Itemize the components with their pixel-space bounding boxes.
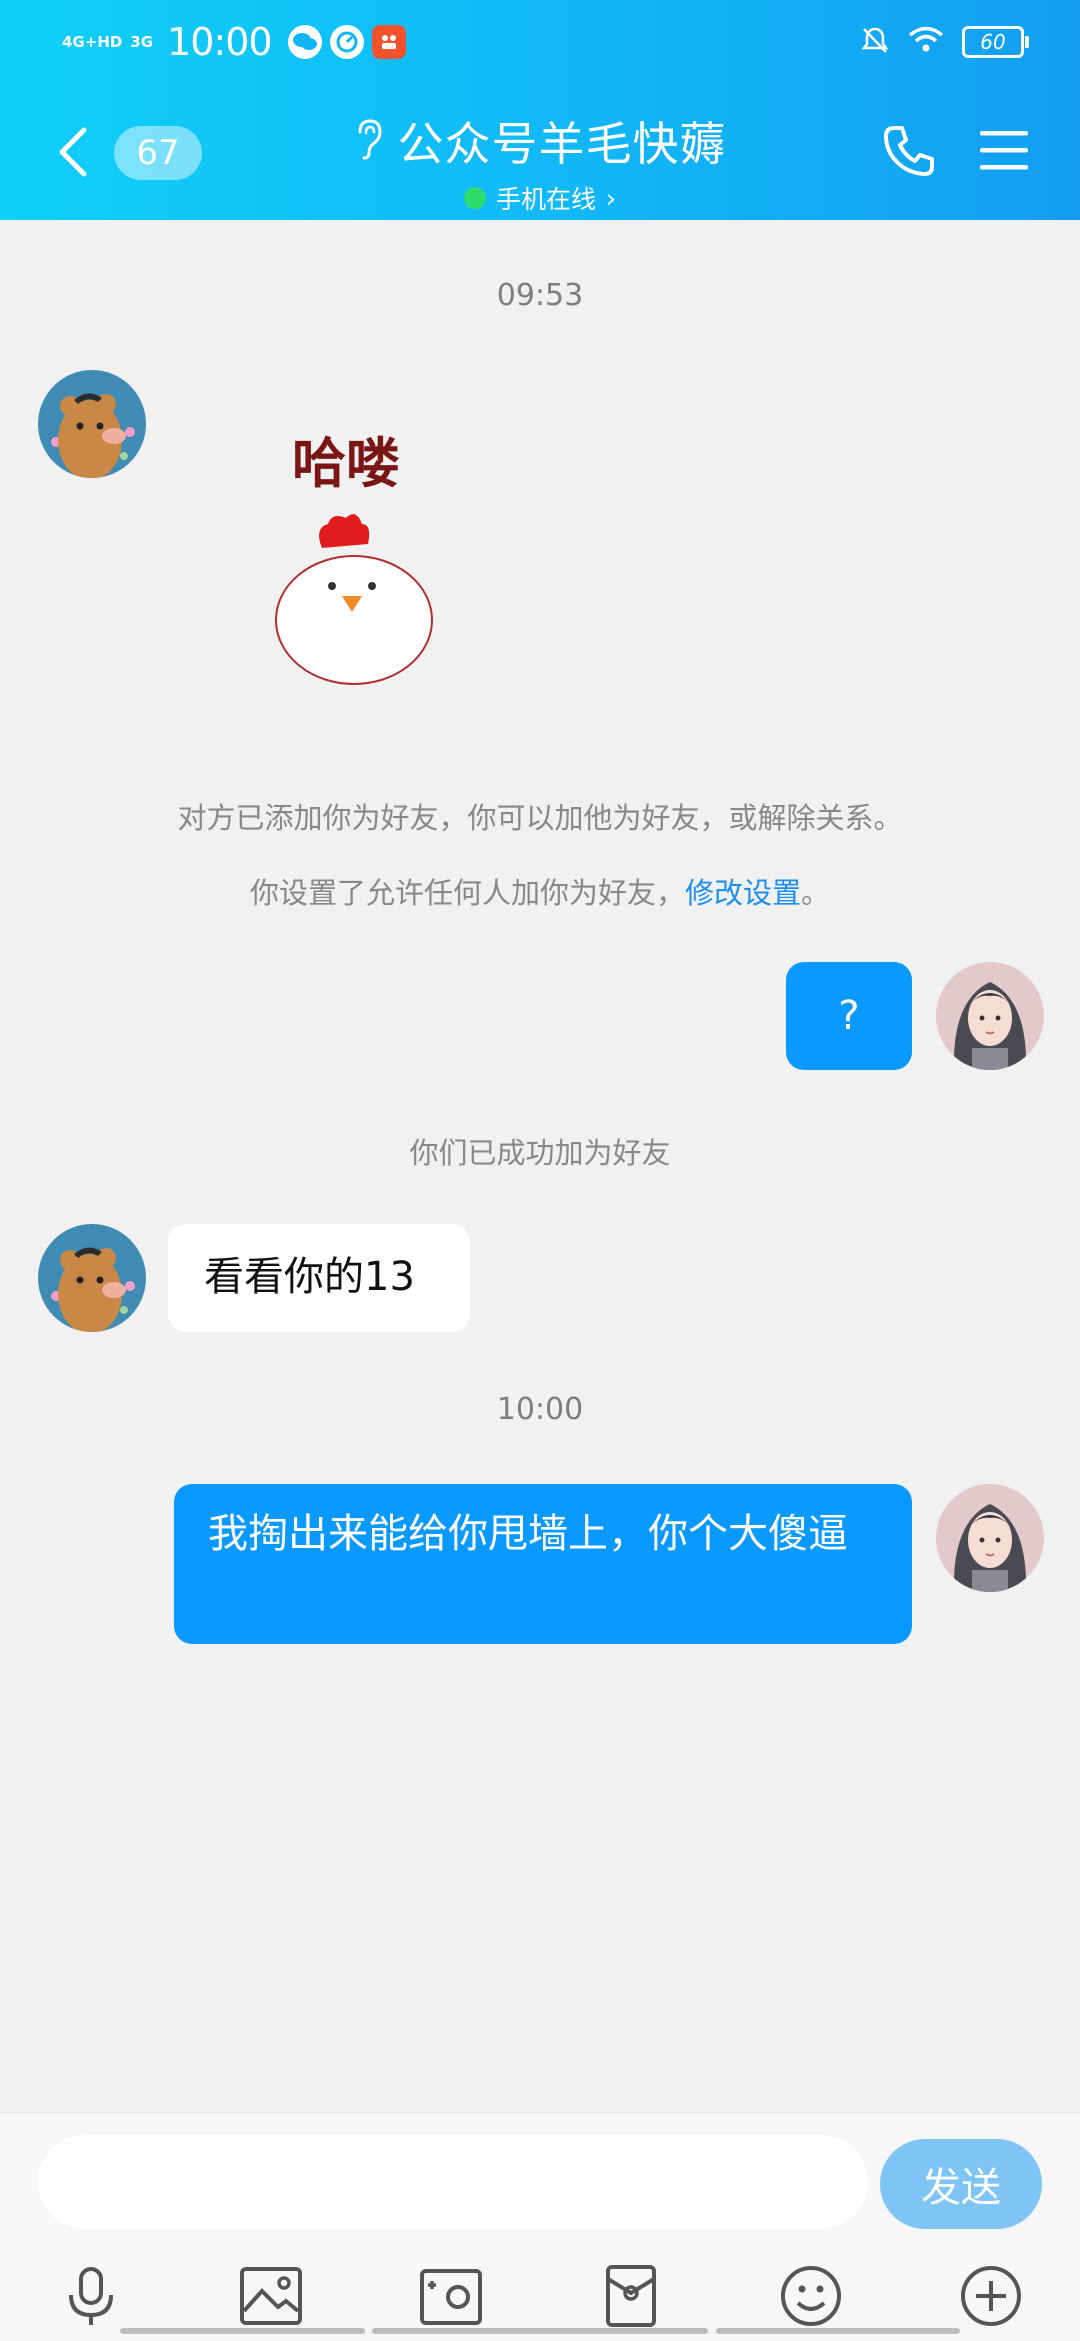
my-avatar[interactable] [936, 1484, 1044, 1592]
system-message-added: 对方已添加你为好友，你可以加他为好友，或解除关系。 [177, 801, 903, 835]
phone-icon[interactable] [880, 122, 938, 180]
status-time: 10:00 [167, 20, 273, 64]
system-message-settings-text: 你设置了允许任何人加你为好友， [249, 876, 685, 910]
chevron-right-icon: › [606, 183, 616, 213]
outgoing-message-bubble[interactable]: ? [786, 962, 912, 1070]
my-avatar[interactable] [936, 962, 1044, 1070]
mic-icon[interactable] [56, 2261, 126, 2331]
photo-icon[interactable] [236, 2261, 306, 2331]
system-message-friends: 你们已成功加为好友 [409, 1136, 671, 1170]
timestamp: 09:53 [496, 278, 584, 313]
plus-icon[interactable] [956, 2261, 1026, 2331]
message-text: 看看你的13 [204, 1254, 415, 1300]
network-indicator-3g: 3G [130, 33, 154, 51]
outgoing-message-bubble[interactable]: 我掏出来能给你甩墙上，你个大傻逼 [174, 1484, 912, 1644]
message-input[interactable] [38, 2135, 868, 2229]
input-area: 发送 [0, 2112, 1080, 2341]
system-message-settings-suffix: 。 [801, 876, 831, 910]
menu-icon[interactable] [978, 128, 1030, 172]
incoming-message-bubble[interactable]: 看看你的13 [168, 1224, 470, 1332]
mute-icon [860, 25, 890, 59]
red-packet-icon[interactable] [596, 2261, 666, 2331]
battery-icon: 60 [962, 26, 1029, 58]
wifi-icon [908, 26, 944, 58]
taobao-icon [371, 25, 406, 59]
status-bar: 4G+HD 3G 10:00 60 [0, 0, 1080, 84]
contact-avatar[interactable] [38, 1224, 146, 1332]
camera-icon[interactable] [416, 2261, 486, 2331]
chat-header: 4G+HD 3G 10:00 60 67 公众号羊毛快薅 手机在线 › [0, 0, 1080, 220]
contact-avatar[interactable] [38, 370, 146, 478]
scroll-indicator [120, 2328, 365, 2334]
timestamp: 10:00 [496, 1392, 584, 1427]
speed-icon [329, 25, 364, 59]
chicken-sticker[interactable]: 哈喽 [270, 420, 450, 690]
scroll-indicator [372, 2328, 708, 2334]
online-status-text: 手机在线 [495, 185, 596, 214]
emoji-icon[interactable] [776, 2261, 846, 2331]
battery-level: 60 [980, 30, 1006, 54]
ear-icon [354, 118, 384, 164]
page-title: 公众号羊毛快薅 [397, 117, 727, 171]
message-text: 我掏出来能给你甩墙上，你个大傻逼 [208, 1511, 848, 1557]
system-message-settings: 你设置了允许任何人加你为好友，修改设置。 [0, 870, 1080, 912]
network-indicator-4g: 4G+HD [62, 33, 123, 51]
send-button[interactable]: 发送 [880, 2139, 1042, 2229]
message-text: ? [838, 993, 860, 1039]
sticker-text: 哈喽 [292, 432, 400, 495]
wechat-icon [287, 25, 322, 59]
online-status-dot [463, 187, 486, 209]
scroll-indicator [716, 2328, 960, 2334]
modify-settings-link[interactable]: 修改设置 [685, 876, 801, 910]
